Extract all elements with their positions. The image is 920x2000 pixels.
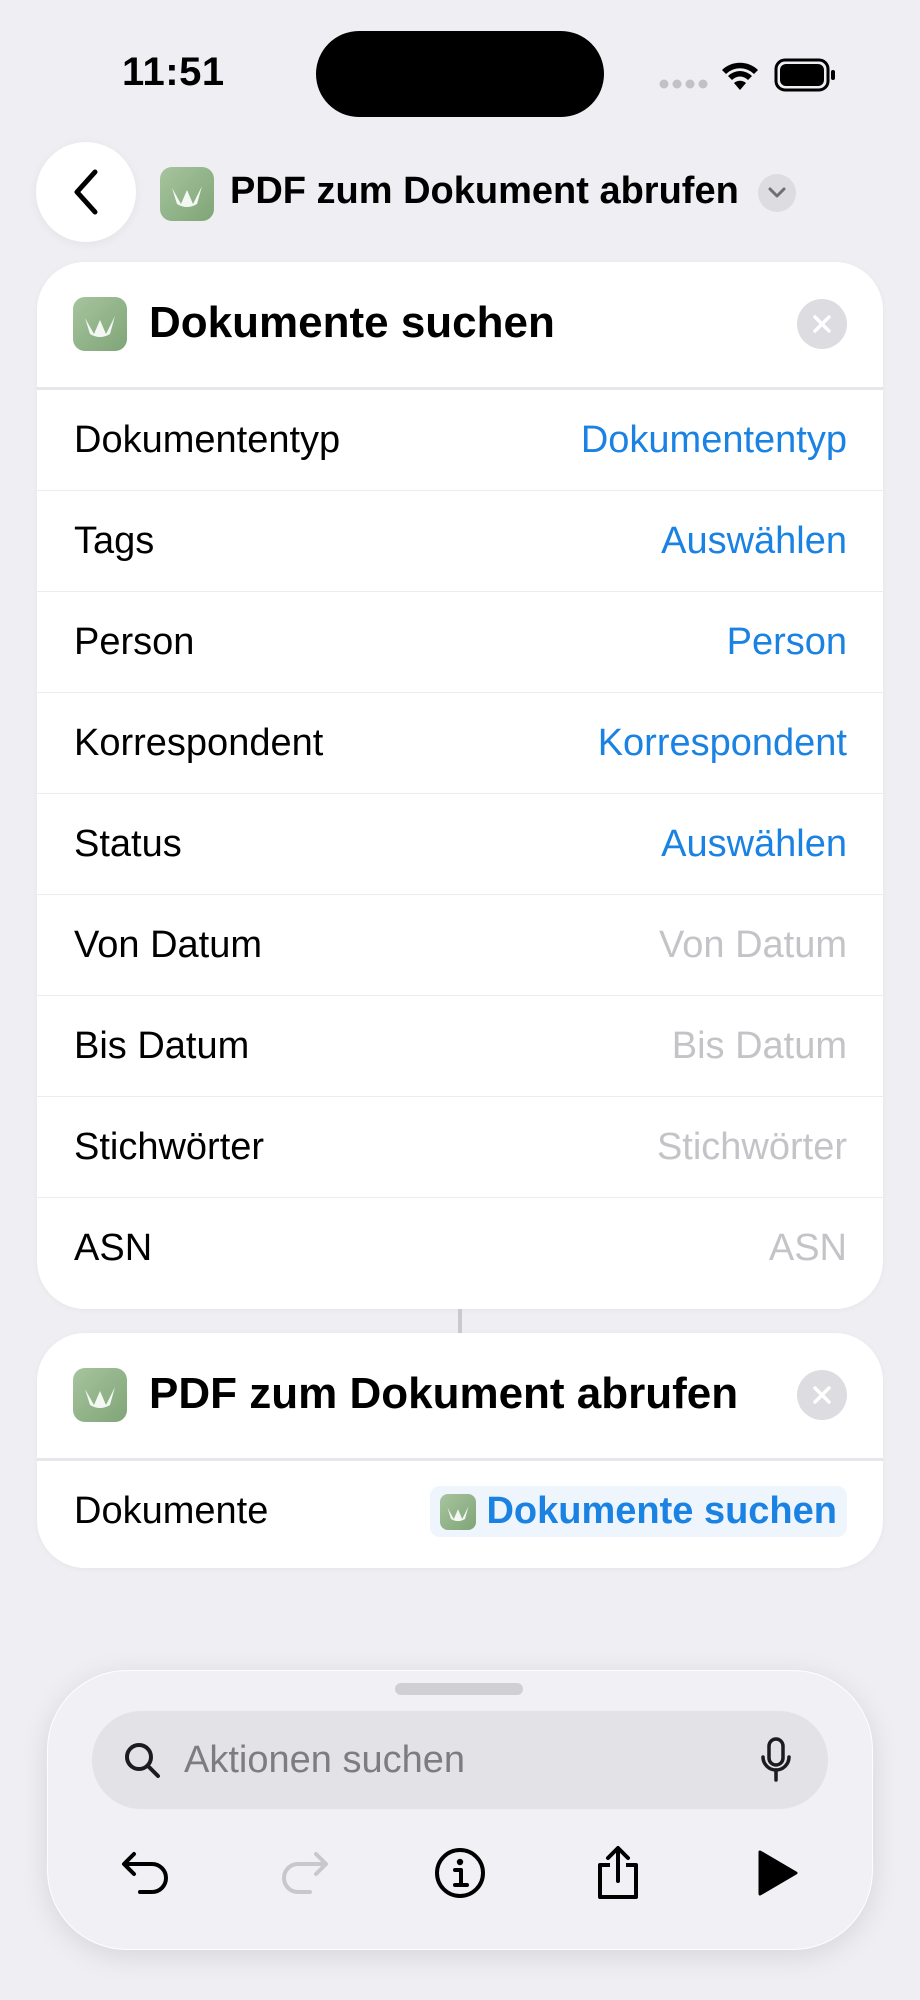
back-button[interactable] [36, 142, 136, 242]
card-title: Dokumente suchen [149, 298, 555, 347]
chevron-left-icon [74, 169, 98, 215]
param-value[interactable]: Person [727, 621, 847, 664]
app-icon [73, 297, 127, 351]
action-search-bar[interactable] [92, 1711, 828, 1809]
remove-action-button[interactable] [797, 299, 847, 349]
dynamic-island [316, 31, 604, 117]
share-button[interactable] [588, 1843, 648, 1903]
param-value[interactable]: ASN [769, 1227, 847, 1270]
share-icon [598, 1846, 638, 1899]
card-header: Dokumente suchen [37, 262, 883, 390]
card-title: PDF zum Dokument abrufen [149, 1369, 739, 1418]
app-icon [160, 167, 214, 221]
close-icon [813, 315, 831, 333]
param-label: Von Datum [74, 923, 262, 966]
param-value[interactable]: Von Datum [659, 924, 847, 967]
param-value[interactable]: Dokumententyp [581, 419, 847, 462]
remove-action-button[interactable] [797, 1370, 847, 1420]
app-icon [440, 1493, 477, 1530]
app-icon [73, 1368, 127, 1422]
param-value[interactable]: Auswählen [661, 823, 847, 866]
cellular-signal-icon [659, 79, 708, 89]
param-row-status: Status Auswählen [37, 794, 883, 895]
magnifier-icon [125, 1743, 160, 1778]
title-menu-button[interactable] [758, 174, 796, 212]
param-value[interactable]: Stichwörter [657, 1126, 847, 1169]
variable-pill[interactable]: Dokumente suchen [430, 1486, 847, 1537]
action-card-get-pdf: PDF zum Dokument abrufen Dokumente Dokum… [37, 1333, 883, 1568]
sheet-grabber[interactable] [395, 1683, 523, 1695]
wifi-icon [722, 62, 758, 90]
undo-button[interactable] [116, 1843, 176, 1903]
param-row-correspondent: Korrespondent Korrespondent [37, 693, 883, 794]
param-row-from-date: Von Datum Von Datum [37, 895, 883, 996]
close-icon [813, 1386, 831, 1404]
info-button[interactable] [430, 1843, 490, 1903]
param-label: Bis Datum [74, 1024, 250, 1067]
param-label: Person [74, 620, 195, 663]
param-label: Tags [74, 519, 155, 562]
param-label: Status [74, 822, 182, 865]
search-input[interactable] [182, 1737, 760, 1783]
action-card-find-documents: Dokumente suchen Dokumententyp Dokumente… [37, 262, 883, 1309]
info-icon [435, 1848, 485, 1898]
param-row-to-date: Bis Datum Bis Datum [37, 996, 883, 1097]
param-row-document-type: Dokumententyp Dokumententyp [37, 390, 883, 491]
param-label: Korrespondent [74, 721, 324, 764]
run-button[interactable] [746, 1843, 806, 1903]
play-icon [758, 1850, 798, 1896]
status-icons [658, 54, 842, 98]
chevron-down-icon [768, 187, 786, 198]
status-time: 11:51 [122, 50, 225, 94]
param-label: Stichwörter [74, 1125, 265, 1168]
param-value[interactable]: Auswählen [661, 520, 847, 563]
card-header: PDF zum Dokument abrufen [37, 1333, 883, 1461]
param-row-documents: Dokumente Dokumente suchen [37, 1461, 883, 1562]
undo-icon [122, 1852, 168, 1894]
redo-button[interactable] [274, 1843, 334, 1903]
param-value[interactable]: Bis Datum [672, 1025, 847, 1068]
param-row-keywords: Stichwörter Stichwörter [37, 1097, 883, 1198]
action-connector [458, 1309, 462, 1333]
microphone-icon [761, 1737, 791, 1782]
param-row-person: Person Person [37, 592, 883, 693]
variable-label: Dokumente suchen [486, 1490, 837, 1532]
param-row-asn: ASN ASN [37, 1198, 883, 1299]
param-value[interactable]: Korrespondent [598, 722, 847, 765]
param-label: ASN [74, 1227, 153, 1269]
redo-icon [282, 1852, 328, 1894]
battery-icon [774, 58, 835, 92]
param-label: Dokumententyp [74, 418, 341, 461]
param-label: Dokumente [74, 1490, 269, 1532]
shortcut-title[interactable]: PDF zum Dokument abrufen [230, 170, 739, 213]
param-row-tags: Tags Auswählen [37, 491, 883, 592]
